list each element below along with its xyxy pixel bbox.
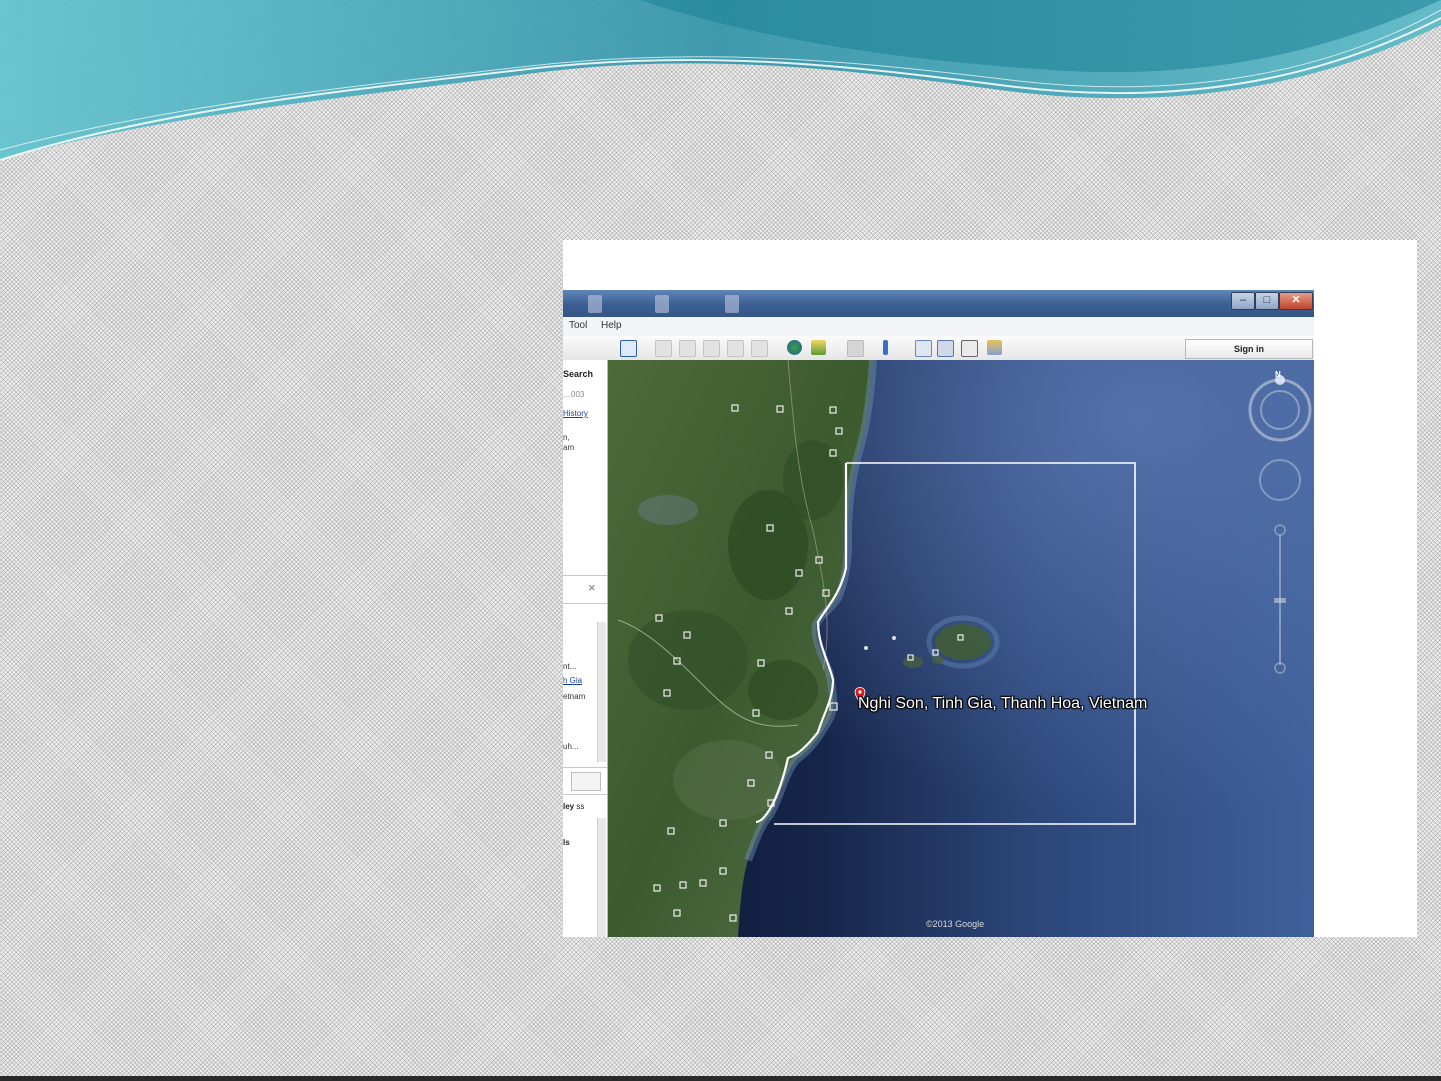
sign-in-button[interactable]: Sign in [1185,339,1313,359]
satellite-imagery [608,360,1314,937]
app-window: – □ ✕ Tool Help Sign in Search …003 Hist… [563,290,1314,937]
tour-icon[interactable] [751,340,768,357]
places-scrollbar[interactable] [597,622,606,762]
layers-item[interactable]: ls [563,838,570,847]
navigation-controls[interactable]: N [1248,370,1312,680]
layers-label: ley ss [563,802,585,811]
divider [563,603,607,604]
search-result-line[interactable]: am [563,443,574,452]
image-overlay-icon[interactable] [727,340,744,357]
taskbar-thumbnail [588,295,602,313]
menu-tools[interactable]: Tool [569,320,587,331]
print-icon[interactable] [937,340,954,357]
search-result-line[interactable]: n, [563,433,570,442]
planets-icon[interactable] [847,340,864,357]
place-item-text[interactable]: nt... [563,662,576,671]
email-icon[interactable] [915,340,932,357]
menu-bar: Tool Help [563,317,1314,337]
polygon-icon[interactable] [679,340,696,357]
placemark-label[interactable]: Nghi Son, Tinh Gia, Thanh Hoa, Vietnam [858,695,1147,713]
ruler-icon[interactable] [883,340,888,355]
google-earth-screenshot: – □ ✕ Tool Help Sign in Search …003 Hist… [563,240,1417,937]
places-close-icon[interactable]: × [588,580,596,595]
add-folder-button[interactable] [571,772,601,791]
layers-scrollbar[interactable] [597,818,606,937]
close-button[interactable]: ✕ [1279,292,1313,310]
sidebar-icon[interactable] [620,340,637,357]
place-item-text[interactable]: etnam [563,692,585,701]
slide-bottom-bar [0,1076,1441,1081]
taskbar-thumbnail [725,295,739,313]
compass-north-label: N [1275,370,1281,379]
historical-imagery-icon[interactable] [787,340,802,355]
placemark-icon[interactable] [655,340,672,357]
sun-icon[interactable] [811,340,826,355]
divider [563,794,607,795]
menu-help[interactable]: Help [601,320,622,331]
save-image-icon[interactable] [961,340,978,357]
search-tab[interactable]: Search [563,369,593,379]
map-viewport[interactable]: Nghi Son, Tinh Gia, Thanh Hoa, Vietnam ©… [608,360,1314,937]
taskbar-thumbnail [655,295,669,313]
minimize-button[interactable]: – [1231,292,1255,310]
maximize-button[interactable]: □ [1255,292,1279,310]
compass-icon[interactable] [1248,370,1312,680]
place-item-text[interactable]: uh... [563,742,579,751]
maps-icon[interactable] [987,340,1002,355]
divider [563,575,607,576]
divider [563,767,607,768]
place-item-link[interactable]: h Gia [563,676,582,685]
toolbar: Sign in [563,336,1314,361]
map-copyright: ©2013 Google [926,919,985,929]
history-link[interactable]: History [563,409,588,418]
header-wave-decoration [0,0,1441,161]
sidebar-panel: Search …003 History n, am × nt... h Gia … [563,360,608,937]
search-input[interactable]: …003 [563,390,584,399]
path-icon[interactable] [703,340,720,357]
title-bar: – □ ✕ [563,290,1314,317]
